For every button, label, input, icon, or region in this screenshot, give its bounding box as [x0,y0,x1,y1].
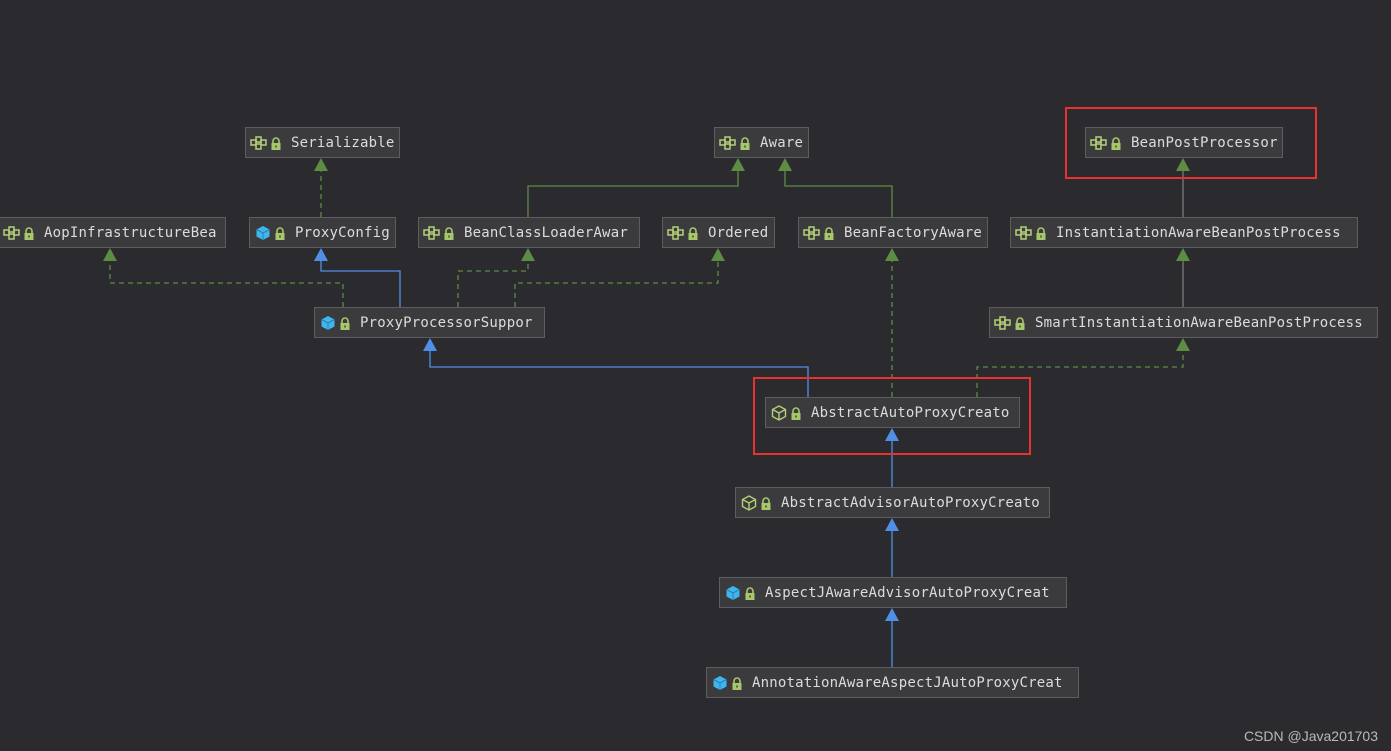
abstract-class-icon [770,404,788,422]
class-icon [724,584,742,602]
node-proxy-processor-support[interactable]: ProxyProcessorSuppor [314,307,545,338]
lock-icon [270,136,282,150]
node-label: AspectJAwareAdvisorAutoProxyCreat [765,584,1050,601]
interface-icon [1015,224,1033,242]
node-aware[interactable]: Aware [714,127,809,158]
node-annotation-aware-aspectj-auto-proxy-creator[interactable]: AnnotationAwareAspectJAutoProxyCreat [706,667,1079,698]
edge-pps-bcla [457,260,529,307]
lock-icon [1110,136,1122,150]
lock-icon [339,316,351,330]
lock-icon [823,226,835,240]
arrowhead [314,158,328,171]
node-label: InstantiationAwareBeanPostProcess [1056,224,1341,241]
lock-icon [274,226,286,240]
node-label: AbstractAutoProxyCreato [811,404,1010,421]
interface-icon [719,134,737,152]
class-icon [319,314,337,332]
edge-bcla-aware [527,170,739,217]
arrowhead [314,248,328,261]
arrowhead [1176,248,1190,261]
node-label: AopInfrastructureBea [44,224,217,241]
node-aspectj-aware-advisor-auto-proxy-creator[interactable]: AspectJAwareAdvisorAutoProxyCreat [719,577,1067,608]
lock-icon [739,136,751,150]
node-label: Ordered [708,224,769,241]
class-icon [711,674,729,692]
lock-icon [1014,316,1026,330]
edge-bfa-aware [784,170,893,217]
node-proxy-config[interactable]: ProxyConfig [249,217,396,248]
arrowhead [521,248,535,261]
arrowhead [103,248,117,261]
lock-icon [744,586,756,600]
node-aop-infrastructure-bean[interactable]: AopInfrastructureBea [0,217,226,248]
interface-icon [3,224,21,242]
arrowhead [423,338,437,351]
arrowhead [885,608,899,621]
node-label: ProxyConfig [295,224,390,241]
node-label: AnnotationAwareAspectJAutoProxyCreat [752,674,1063,691]
edge-pps-proxyconfig [320,260,401,307]
lock-icon [790,406,802,420]
watermark: CSDN @Java201703 [1243,728,1378,744]
node-instantiation-aware-bpp[interactable]: InstantiationAwareBeanPostProcess [1010,217,1358,248]
node-bean-post-processor[interactable]: BeanPostProcessor [1085,127,1283,158]
node-bean-class-loader-aware[interactable]: BeanClassLoaderAwar [418,217,640,248]
node-label: BeanPostProcessor [1131,134,1278,151]
node-smart-instantiation-aware-bpp[interactable]: SmartInstantiationAwareBeanPostProcess [989,307,1378,338]
edge-pps-aop [109,260,344,307]
lock-icon [760,496,772,510]
node-label: Aware [760,134,804,151]
interface-icon [250,134,268,152]
lock-icon [731,676,743,690]
arrowhead [885,248,899,261]
node-ordered[interactable]: Ordered [662,217,775,248]
node-label: AbstractAdvisorAutoProxyCreato [781,494,1040,511]
arrowhead [885,518,899,531]
node-bean-factory-aware[interactable]: BeanFactoryAware [798,217,988,248]
class-icon [254,224,272,242]
lock-icon [687,226,699,240]
edge-aapc-pps [429,350,809,397]
edge-pps-ordered [514,260,719,307]
interface-icon [803,224,821,242]
node-label: BeanFactoryAware [844,224,983,241]
interface-icon [667,224,685,242]
node-label: BeanClassLoaderAwar [464,224,628,241]
lock-icon [23,226,35,240]
abstract-class-icon [740,494,758,512]
node-abstract-advisor-auto-proxy-creator[interactable]: AbstractAdvisorAutoProxyCreato [735,487,1050,518]
arrowhead [778,158,792,171]
interface-icon [994,314,1012,332]
node-label: SmartInstantiationAwareBeanPostProcess [1035,314,1363,331]
arrowhead [731,158,745,171]
lock-icon [1035,226,1047,240]
lock-icon [443,226,455,240]
node-serializable[interactable]: Serializable [245,127,400,158]
node-label: ProxyProcessorSuppor [360,314,533,331]
arrowhead [711,248,725,261]
node-abstract-auto-proxy-creator[interactable]: AbstractAutoProxyCreato [765,397,1020,428]
node-label: Serializable [291,134,395,151]
interface-icon [1090,134,1108,152]
interface-icon [423,224,441,242]
arrowhead [1176,338,1190,351]
